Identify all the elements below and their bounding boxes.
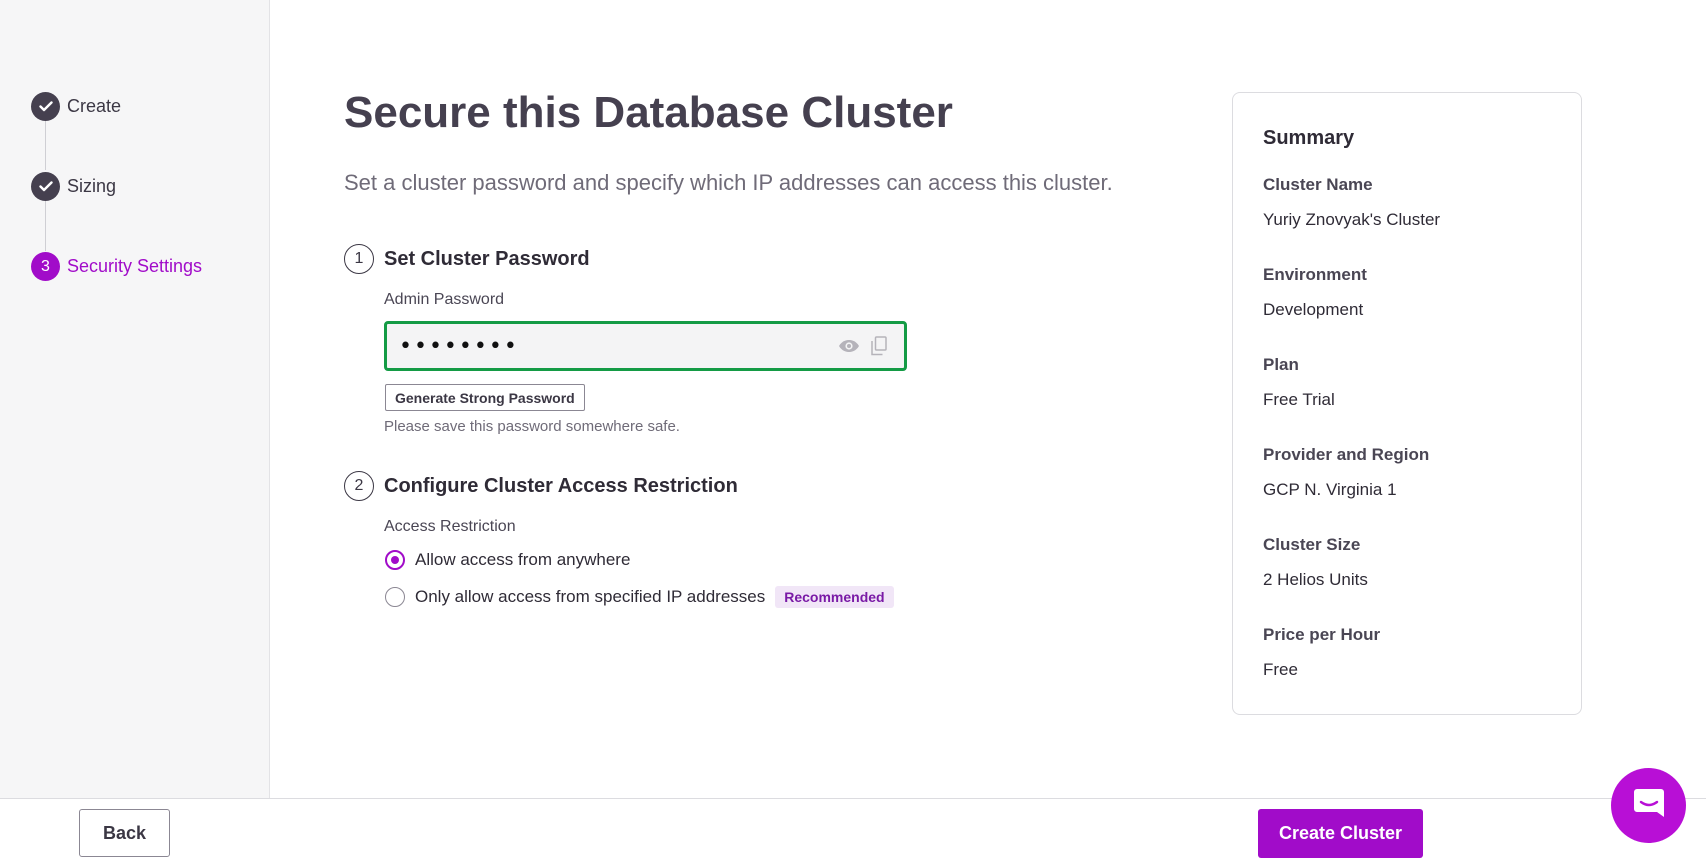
check-icon: [31, 172, 60, 201]
stepper-sidebar: Create Sizing 3 Security Settings: [0, 0, 270, 798]
summary-value: Free Trial: [1263, 390, 1335, 409]
summary-title: Summary: [1263, 127, 1355, 149]
password-value: ••••••••: [399, 333, 519, 359]
step-label: Sizing: [67, 176, 117, 196]
radio-button[interactable]: [385, 550, 405, 570]
access-section-header: 2 Configure Cluster Access Restriction: [344, 471, 738, 501]
summary-label: Provider and Region: [1263, 445, 1430, 464]
section-number: 1: [344, 244, 374, 274]
access-restriction-label: Access Restriction: [384, 518, 516, 535]
step-security-settings[interactable]: 3 Security Settings: [31, 252, 202, 281]
summary-value: 2 Helios Units: [1263, 570, 1368, 589]
generate-password-button[interactable]: Generate Strong Password: [385, 384, 585, 411]
radio-option-anywhere[interactable]: Allow access from anywhere: [385, 550, 630, 570]
admin-password-label: Admin Password: [384, 291, 505, 308]
step-label: Create: [67, 96, 122, 116]
radio-label: Allow access from anywhere: [415, 550, 631, 569]
summary-value: Yuriy Znovyak's Cluster: [1263, 210, 1441, 229]
page-title: Secure this Database Cluster: [344, 88, 953, 137]
radio-option-specified-ips[interactable]: Only allow access from specified IP addr…: [385, 586, 894, 608]
summary-value: GCP N. Virginia 1: [1263, 480, 1397, 499]
radio-button[interactable]: [385, 587, 405, 607]
summary-label: Cluster Size: [1263, 535, 1361, 554]
footer-bar: Back Create Cluster: [0, 798, 1706, 859]
summary-value: Free: [1263, 660, 1298, 679]
page-subtitle: Set a cluster password and specify which…: [344, 170, 1113, 195]
password-hint: Please save this password somewhere safe…: [384, 418, 680, 435]
summary-label: Plan: [1263, 355, 1299, 374]
step-sizing[interactable]: Sizing: [31, 172, 116, 201]
step-number: 3: [31, 252, 60, 281]
back-button[interactable]: Back: [79, 809, 170, 857]
admin-password-field[interactable]: ••••••••: [384, 321, 907, 371]
password-section-header: 1 Set Cluster Password: [344, 244, 590, 274]
copy-icon[interactable]: [868, 336, 890, 356]
step-connector: [45, 118, 46, 170]
recommended-badge: Recommended: [775, 586, 894, 608]
summary-label: Price per Hour: [1263, 625, 1381, 644]
step-connector: [45, 199, 46, 251]
chat-icon: [1632, 787, 1666, 824]
step-create[interactable]: Create: [31, 92, 121, 121]
create-cluster-button[interactable]: Create Cluster: [1258, 809, 1423, 858]
summary-card: Summary Cluster Name Yuriy Znovyak's Clu…: [1232, 92, 1582, 715]
radio-label: Only allow access from specified IP addr…: [415, 587, 766, 606]
summary-value: Development: [1263, 300, 1364, 319]
check-icon: [31, 92, 60, 121]
summary-label: Environment: [1263, 265, 1367, 284]
section-number: 2: [344, 471, 374, 501]
chat-launcher-button[interactable]: [1611, 768, 1686, 843]
section-title: Configure Cluster Access Restriction: [384, 474, 738, 497]
eye-icon[interactable]: [838, 336, 860, 356]
summary-label: Cluster Name: [1263, 175, 1373, 194]
step-label: Security Settings: [67, 256, 203, 276]
section-title: Set Cluster Password: [384, 247, 590, 270]
